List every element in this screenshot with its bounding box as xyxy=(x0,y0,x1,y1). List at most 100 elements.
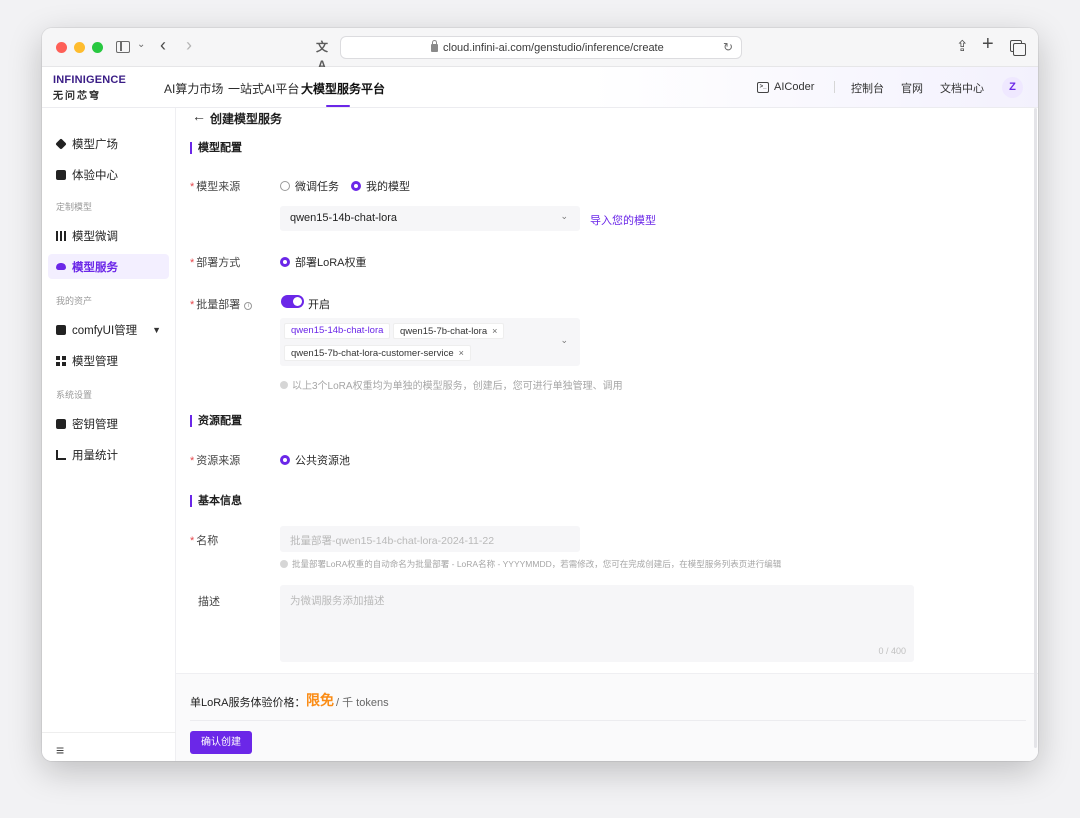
sidebar-item-label: 体验中心 xyxy=(72,169,118,182)
share-icon[interactable]: ⇪ xyxy=(956,37,969,55)
lora-multi-select[interactable]: qwen15-14b-chat-lora qwen15-7b-chat-lora… xyxy=(280,318,580,366)
topnav-ai-compute-market[interactable]: AI算力市场 xyxy=(164,80,223,97)
sidebar-item-model-square[interactable]: 模型广场 xyxy=(48,131,169,156)
tag-qwen15-7b-chat-lora-customer-service[interactable]: qwen15-7b-chat-lora-customer-service × xyxy=(284,345,471,361)
sidebar-toggle-icon[interactable] xyxy=(116,41,130,53)
address-bar[interactable]: cloud.infini-ai.com/genstudio/inference/… xyxy=(340,36,742,59)
terminal-icon xyxy=(56,324,66,335)
sidebar-section-system-settings: 系统设置 xyxy=(56,390,93,400)
batch-deploy-toggle[interactable] xyxy=(281,295,304,308)
description-textarea[interactable]: 为微调服务添加描述 0 / 400 xyxy=(280,585,914,662)
radio-label: 公共资源池 xyxy=(295,455,350,467)
sidebar-item-label: 模型服务 xyxy=(72,261,118,274)
logo[interactable]: INFINIGENCE xyxy=(53,74,126,86)
sidebar-item-label: 用量统计 xyxy=(72,449,118,462)
scrollbar-thumb[interactable] xyxy=(1034,108,1037,748)
import-model-link[interactable]: 导入您的模型 xyxy=(590,212,656,228)
tag-qwen15-7b-chat-lora[interactable]: qwen15-7b-chat-lora × xyxy=(393,323,505,339)
info-icon[interactable]: i xyxy=(244,302,253,310)
radio-label: 微调任务 xyxy=(295,181,339,193)
info-icon xyxy=(280,380,288,389)
radio-on-icon xyxy=(280,257,290,267)
tag-qwen15-14b-chat-lora[interactable]: qwen15-14b-chat-lora xyxy=(284,323,391,339)
sliders-icon xyxy=(56,230,66,241)
deploy-method-label: * 部署方式 xyxy=(190,257,241,269)
grid-icon xyxy=(56,355,66,366)
minimize-window-button[interactable] xyxy=(74,42,85,53)
radio-label: 我的模型 xyxy=(366,181,410,193)
sidebar-section-custom-models: 定制模型 xyxy=(56,202,93,212)
zoom-window-button[interactable] xyxy=(92,42,103,53)
radio-public-pool[interactable]: 公共资源池 xyxy=(280,452,350,468)
price-unit: / 千 tokens xyxy=(336,697,389,709)
price-label: 单LoRA服务体验价格： xyxy=(190,697,306,709)
toggle-knob xyxy=(293,297,302,306)
aicoder-label: AICoder xyxy=(774,81,815,93)
form-footer: 单LoRA服务体验价格： 限免 / 千 tokens 确认创建 xyxy=(176,673,1038,761)
sidebar-section-my-assets: 我的资产 xyxy=(56,296,93,306)
resource-source-label: * 资源来源 xyxy=(190,455,241,467)
new-tab-icon[interactable]: + xyxy=(982,33,994,56)
docs-link[interactable]: 文档中心 xyxy=(940,80,984,96)
active-tab-indicator xyxy=(326,105,350,107)
name-hint: 批量部署LoRA权重的自动命名为批量部署 - LoRA名称 - YYYYMMDD… xyxy=(280,558,781,570)
browser-window: ⌄ ‹ › 文A cloud.infini-ai.com/genstudio/i… xyxy=(42,28,1038,761)
scrollbar[interactable] xyxy=(1034,108,1037,761)
radio-on-icon xyxy=(351,181,361,191)
chevron-down-icon[interactable]: ⌄ xyxy=(137,39,145,50)
description-label: 描述 xyxy=(198,596,220,608)
sidebar-item-model-service[interactable]: 模型服务 xyxy=(48,254,169,279)
batch-deploy-label: * 批量部署 i xyxy=(190,296,253,312)
topnav-one-stop-ai-platform[interactable]: 一站式AI平台 xyxy=(228,80,299,97)
topnav-model-service-platform[interactable]: 大模型服务平台 xyxy=(301,80,385,97)
close-icon[interactable]: × xyxy=(459,348,464,358)
close-window-button[interactable] xyxy=(56,42,67,53)
sidebar-item-comfyui[interactable]: comfyUI管理 ▼ xyxy=(48,317,169,342)
radio-on-icon xyxy=(280,455,290,465)
sidebar-item-fine-tuning[interactable]: 模型微调 xyxy=(48,223,169,248)
sidebar-item-model-management[interactable]: 模型管理 xyxy=(48,348,169,373)
hamburger-icon[interactable]: ≡ xyxy=(56,742,64,758)
sidebar-item-experience-center[interactable]: 体验中心 xyxy=(48,162,169,187)
sidebar-item-label: 模型微调 xyxy=(72,230,118,243)
name-label: * 名称 xyxy=(190,535,219,547)
translate-icon[interactable]: 文A xyxy=(312,38,332,72)
radio-deploy-lora[interactable]: 部署LoRA权重 xyxy=(280,254,367,270)
divider xyxy=(42,732,176,733)
url-text: cloud.infini-ai.com/genstudio/inference/… xyxy=(443,42,664,54)
confirm-create-button[interactable]: 确认创建 xyxy=(190,731,252,754)
avatar[interactable]: Z xyxy=(1002,77,1023,98)
reload-icon[interactable]: ↻ xyxy=(723,40,733,54)
character-count: 0 / 400 xyxy=(878,646,906,656)
chevron-down-icon: ⌄ xyxy=(560,335,568,345)
sidebar: 模型广场 体验中心 定制模型 模型微调 模型服务 我的资产 comfyUI管理 … xyxy=(42,108,176,761)
sidebar-item-key-management[interactable]: 密钥管理 xyxy=(48,411,169,436)
sidebar-item-usage-stats[interactable]: 用量统计 xyxy=(48,442,169,467)
name-input[interactable]: 批量部署-qwen15-14b-chat-lora-2024-11-22 xyxy=(280,526,580,552)
console-link[interactable]: 控制台 xyxy=(851,80,884,96)
radio-off-icon xyxy=(280,181,290,191)
close-icon[interactable]: × xyxy=(492,326,497,336)
chevron-down-icon[interactable]: ▼ xyxy=(152,325,161,335)
main-content: ← 创建模型服务 模型配置 * 模型来源 微调任务 我的模型 qwen15-14b… xyxy=(176,108,1038,761)
sidebar-item-label: 密钥管理 xyxy=(72,418,118,431)
sidebar-item-label: comfyUI管理 xyxy=(72,324,138,337)
radio-my-model[interactable]: 我的模型 xyxy=(351,178,410,194)
cloud-icon xyxy=(56,263,66,270)
model-source-label: * 模型来源 xyxy=(190,181,241,193)
tab-overview-icon[interactable] xyxy=(1010,40,1026,56)
aicoder-link[interactable]: >_ AICoder xyxy=(757,79,814,95)
top-navigation: INFINIGENCE 无问芯穹 AI算力市场 一站式AI平台 大模型服务平台 … xyxy=(42,67,1038,108)
official-site-link[interactable]: 官网 xyxy=(901,80,923,96)
forward-icon[interactable]: › xyxy=(186,35,192,56)
back-arrow-icon[interactable]: ← xyxy=(192,108,206,124)
lock-icon xyxy=(431,40,438,52)
model-select[interactable]: qwen15-14b-chat-lora ⌄ xyxy=(280,206,580,231)
page-title: 创建模型服务 xyxy=(210,112,283,126)
toggle-label: 开启 xyxy=(308,299,330,311)
radio-fine-tune-task[interactable]: 微调任务 xyxy=(280,178,339,194)
terminal-icon: >_ xyxy=(757,81,769,93)
description-placeholder: 为微调服务添加描述 xyxy=(290,595,385,607)
sidebar-item-label: 模型广场 xyxy=(72,138,118,151)
back-icon[interactable]: ‹ xyxy=(160,35,166,56)
